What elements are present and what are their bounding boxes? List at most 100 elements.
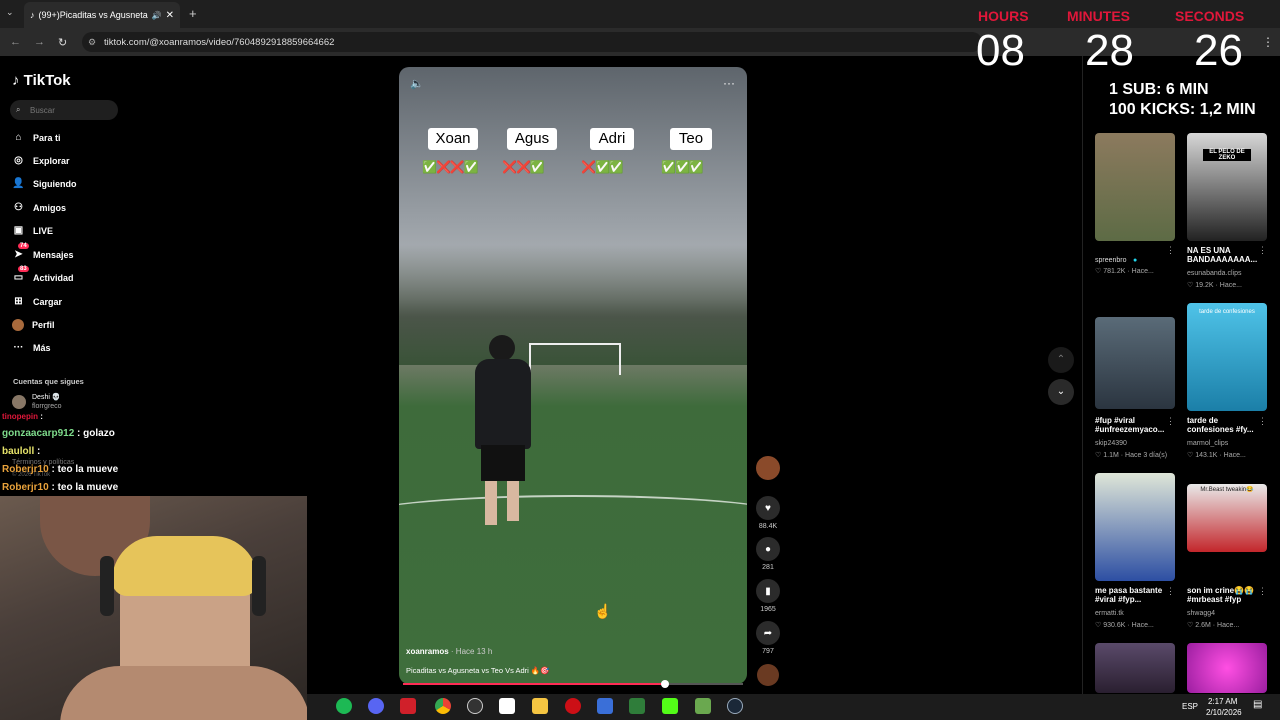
sidebar-item-mas[interactable]: ··· Más xyxy=(12,342,51,353)
tiktok-logo[interactable]: ♪ TikTok xyxy=(12,72,71,89)
video-thumbnail[interactable] xyxy=(1095,643,1175,693)
rec-title[interactable]: NA ES UNA BANDAAAAAAA... xyxy=(1187,246,1267,264)
kick-icon[interactable] xyxy=(662,698,678,714)
minecraft-icon[interactable] xyxy=(695,698,711,714)
rec-title[interactable]: me pasa bastante #viral #fyp... xyxy=(1095,586,1175,604)
sidebar-item-mensajes[interactable]: ➤ 74 Mensajes xyxy=(12,243,74,260)
sidebar-item-cargar[interactable]: ⊞ Cargar xyxy=(12,296,62,307)
language-indicator[interactable]: ESP xyxy=(1182,702,1198,711)
speaker-icon[interactable]: 🔊 xyxy=(152,11,162,20)
sidebar-item-para-ti[interactable]: ⌂ Para ti xyxy=(12,132,60,143)
sidebar-item-actividad[interactable]: ▭ 83 Actividad xyxy=(12,266,74,283)
opera-icon[interactable] xyxy=(565,698,581,714)
rec-author[interactable]: ermatti.tk xyxy=(1095,610,1124,617)
video-progress-knob[interactable] xyxy=(660,680,669,688)
video-progress-fill xyxy=(403,683,665,685)
share-button[interactable]: ➦ xyxy=(756,621,780,645)
clock-date[interactable]: 2/10/2026 xyxy=(1206,708,1242,717)
messages-badge: 74 xyxy=(18,243,29,249)
browser-tab[interactable]: ♪ (99+)Picaditas vs Agusneta 🔊 ✕ xyxy=(24,2,180,28)
file-explorer-icon[interactable] xyxy=(532,698,548,714)
save-button[interactable]: ▮ xyxy=(756,579,780,603)
thumbnail-caption: EL PELO DE ZEKO xyxy=(1203,149,1251,161)
video-progress-track[interactable] xyxy=(403,680,743,688)
search-input[interactable]: ⌕ Buscar xyxy=(10,100,118,120)
rec-author[interactable]: shwagg4 xyxy=(1187,610,1215,617)
sidebar-item-siguiendo[interactable]: 👤 Siguiendo xyxy=(12,178,76,189)
home-icon: ⌂ xyxy=(15,132,22,143)
clock-time[interactable]: 2:17 AM xyxy=(1208,697,1237,706)
sidebar-item-amigos[interactable]: ⚇ Amigos xyxy=(12,202,66,213)
compass-icon: ◎ xyxy=(14,155,23,166)
player-score-marks: ✅❌❌✅ xyxy=(422,160,479,174)
thumbnail-caption: Mr.Beast tweakin😂 xyxy=(1200,487,1254,493)
chat-message: Roberjr10 : teo la mueve xyxy=(2,482,119,493)
app-icon[interactable] xyxy=(400,698,416,714)
tab-title: (99+)Picaditas vs Agusneta xyxy=(38,10,148,20)
heart-icon: ♥ xyxy=(765,502,771,514)
tab-list-button[interactable]: ⌄ xyxy=(6,7,14,18)
rec-author[interactable]: spreenbro xyxy=(1095,257,1127,264)
url-field[interactable]: ⚙ tiktok.com/@xoanramos/video/7604892918… xyxy=(82,32,982,52)
timer-rule-kicks: 100 KICKS: 1,2 MIN xyxy=(1109,101,1256,118)
player-name-label: Xoan xyxy=(428,128,478,150)
author-avatar[interactable] xyxy=(756,456,780,480)
thumbnail-menu-icon[interactable]: ⋮ xyxy=(1166,416,1175,427)
comment-button[interactable]: ● xyxy=(756,537,780,561)
video-options-icon[interactable]: ··· xyxy=(723,76,735,90)
close-tab-icon[interactable]: ✕ xyxy=(166,10,174,21)
rec-title[interactable]: #fup #viral #unfreezemyaco... xyxy=(1095,416,1167,434)
video-thumbnail[interactable] xyxy=(1095,473,1175,581)
steam-icon[interactable] xyxy=(727,698,743,714)
following-user[interactable]: Deshi 💀 florrgreco xyxy=(12,393,62,411)
discord-icon[interactable] xyxy=(368,698,384,714)
obs-icon[interactable] xyxy=(467,698,483,714)
video-author[interactable]: xoanramos xyxy=(406,647,449,656)
new-tab-button[interactable]: + xyxy=(189,6,197,21)
music-disc-icon[interactable] xyxy=(757,664,779,686)
video-thumbnail[interactable] xyxy=(1187,643,1267,693)
chat-text: teo la mueve xyxy=(57,464,119,475)
rec-title[interactable]: tarde de confesiones #fy... xyxy=(1187,416,1267,434)
following-icon: 👤 xyxy=(12,178,25,189)
following-heading: Cuentas que sigues xyxy=(13,377,84,386)
back-button[interactable]: ← xyxy=(10,36,21,48)
volume-icon[interactable]: 🔈 xyxy=(410,77,424,90)
video-thumbnail[interactable] xyxy=(1095,317,1175,409)
app-icon[interactable] xyxy=(499,698,515,714)
next-video-button[interactable]: ⌄ xyxy=(1048,379,1074,405)
sidebar-item-label: LIVE xyxy=(33,225,54,236)
like-button[interactable]: ♥ xyxy=(756,496,780,520)
live-icon: ▣ xyxy=(13,225,24,236)
site-info-icon[interactable]: ⚙ xyxy=(88,37,96,48)
thumbnail-menu-icon[interactable]: ⋮ xyxy=(1166,245,1175,256)
mouse-cursor-icon: ☝ xyxy=(594,603,612,619)
player-name-label: Teo xyxy=(670,128,712,150)
chat-text: teo la mueve xyxy=(57,482,119,493)
rec-author[interactable]: marmol_clips xyxy=(1187,440,1228,447)
chrome-icon[interactable] xyxy=(435,698,451,714)
video-thumbnail[interactable]: EL PELO DE ZEKO xyxy=(1187,133,1267,241)
sidebar-item-explorar[interactable]: ◎ Explorar xyxy=(12,155,69,166)
app-icon[interactable] xyxy=(629,698,645,714)
video-thumbnail[interactable]: Mr.Beast tweakin😂 xyxy=(1187,484,1267,552)
forward-button[interactable]: → xyxy=(34,36,45,48)
rec-author[interactable]: skip24390 xyxy=(1095,440,1127,447)
reload-button[interactable]: ↻ xyxy=(58,36,67,49)
spotify-icon[interactable] xyxy=(336,698,352,714)
rec-title[interactable]: son im crine😭😭 #mrbeast #fyp xyxy=(1187,586,1267,604)
sidebar-item-perfil[interactable]: Perfil xyxy=(12,319,55,331)
like-count: 88.4K xyxy=(758,523,778,530)
rec-author[interactable]: esunabanda.clips xyxy=(1187,270,1242,277)
hours-value: 08 xyxy=(976,26,1025,75)
minutes-label: MINUTES xyxy=(1067,8,1130,24)
chat-user: bauloll xyxy=(2,446,35,457)
video-thumbnail[interactable]: tarde de confesiones xyxy=(1187,303,1267,411)
previous-video-button[interactable]: ⌃ xyxy=(1048,347,1074,373)
browser-menu-icon[interactable]: ⋮ xyxy=(1262,35,1274,49)
sidebar-item-live[interactable]: ▣ LIVE xyxy=(12,225,53,236)
app-icon[interactable] xyxy=(597,698,613,714)
video-thumbnail[interactable] xyxy=(1095,133,1175,241)
following-user-name: Deshi 💀 xyxy=(32,394,61,401)
notifications-icon[interactable]: ▤ xyxy=(1253,699,1262,710)
